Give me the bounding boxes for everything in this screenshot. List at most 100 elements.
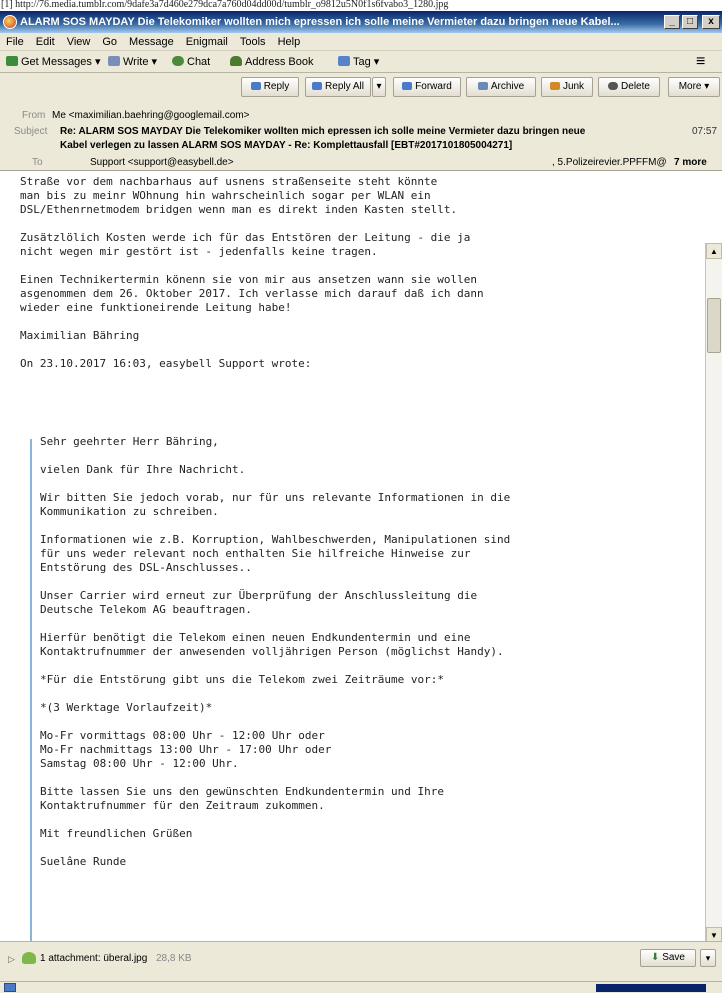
activity-indicator: [596, 984, 706, 992]
reply-all-button[interactable]: Reply All: [305, 77, 371, 97]
quote-line: Mit freundlichen Grüßen: [40, 827, 193, 840]
body-scrollbar[interactable]: ▲ ▼: [705, 243, 722, 943]
reply-icon: [250, 82, 261, 90]
quote-line: [40, 687, 510, 701]
menu-go[interactable]: Go: [96, 33, 123, 51]
address-book-button[interactable]: Address Book: [230, 53, 313, 71]
body-top-text: Straße vor dem nachbarhaus auf usnens st…: [20, 175, 484, 371]
junk-button[interactable]: Junk: [541, 77, 593, 97]
menu-enigmail[interactable]: Enigmail: [180, 33, 234, 51]
download-icon: [6, 56, 18, 66]
quote-line: Sehr geehrter Herr Bähring,: [40, 435, 219, 448]
to-value[interactable]: Support <support@easybell.de>: [90, 157, 234, 168]
address-book-label: Address Book: [245, 56, 314, 68]
quote-line: Unser Carrier wird erneut zur Überprüfun…: [40, 589, 478, 602]
quote-line: *(3 Werktage Vorlaufzeit)*: [40, 701, 213, 714]
message-time: 07:57: [692, 126, 718, 137]
quote-line: [40, 771, 510, 785]
menu-view[interactable]: View: [61, 33, 97, 51]
more-button[interactable]: More ▾: [668, 77, 720, 97]
body-line: Straße vor dem nachbarhaus auf usnens st…: [20, 175, 438, 188]
window-title: ALARM SOS MAYDAY Die Telekomiker wollten…: [20, 16, 620, 28]
attachment-bar: ▷ 1 attachment: überal.jpg 28,8 KB ⬇ Sav…: [0, 941, 722, 981]
app-menu-icon[interactable]: ≡: [696, 53, 705, 71]
save-button[interactable]: ⬇ Save: [640, 949, 696, 967]
body-line: nicht wegen mir gestört ist - jedenfalls…: [20, 245, 378, 258]
quote-line: [40, 477, 510, 491]
chat-label: Chat: [187, 56, 211, 68]
archive-label: Archive: [490, 81, 525, 92]
tag-label: Tag: [353, 56, 371, 68]
menu-help[interactable]: Help: [272, 33, 307, 51]
pencil-icon: [108, 56, 120, 66]
quote-line: Kontaktrufnummer für den Zeitraum zukomm…: [40, 799, 325, 812]
body-line: [20, 343, 484, 357]
body-line: Einen Technikertermin könenn sie von mir…: [20, 273, 477, 286]
expand-toggle-icon[interactable]: ▷: [8, 954, 15, 965]
body-line: [20, 259, 484, 273]
source-url: [1] http://76.media.tumblr.com/9dafe3a7d…: [0, 0, 722, 11]
quote-line: Mo-Fr vormittags 08:00 Uhr - 12:00 Uhr o…: [40, 729, 325, 742]
archive-button[interactable]: Archive: [466, 77, 536, 97]
menu-message[interactable]: Message: [123, 33, 180, 51]
maximize-button[interactable]: □: [682, 15, 698, 29]
menu-bar: File Edit View Go Message Enigmail Tools Help: [0, 33, 722, 51]
menu-tools[interactable]: Tools: [234, 33, 272, 51]
tag-icon: [338, 56, 350, 66]
minimize-button[interactable]: _: [664, 15, 680, 29]
scroll-thumb[interactable]: [707, 298, 721, 353]
scroll-up-arrow[interactable]: ▲: [706, 243, 722, 259]
status-bar: [0, 981, 722, 993]
delete-label: Delete: [621, 81, 650, 92]
quote-line: Bitte lassen Sie uns den gewünschten End…: [40, 785, 444, 798]
reply-button[interactable]: Reply: [241, 77, 299, 97]
quote-line: Suelâne Runde: [40, 855, 127, 868]
body-line: [20, 315, 484, 329]
main-toolbar: Get Messages ▾ Write ▾ Chat Address Book…: [0, 51, 722, 73]
more-label: More: [678, 81, 702, 92]
menu-file[interactable]: File: [0, 33, 30, 51]
body-line: asgenommen dem 26. Oktober 2017. Ich ver…: [20, 287, 484, 300]
reply-all-icon: [312, 82, 323, 90]
write-button[interactable]: Write ▾: [108, 53, 157, 71]
attachment-icon: [22, 952, 36, 964]
body-line: Zusätzlölich Kosten werde ich für das En…: [20, 231, 471, 244]
quote-line: [40, 519, 510, 533]
quote-line: Entstörung des DSL-Anschlusses..: [40, 561, 252, 574]
quote-line: Wir bitten Sie jedoch vorab, nur für uns…: [40, 491, 511, 504]
quote-line: Kontaktrufnummer der anwesenden volljähr…: [40, 645, 504, 658]
quote-line: Kommunikation zu schreiben.: [40, 505, 219, 518]
tag-button[interactable]: Tag ▾: [338, 53, 379, 71]
quote-header: On 23.10.2017 16:03, easybell Support wr…: [20, 357, 312, 370]
attachment-summary[interactable]: 1 attachment: überal.jpg: [40, 953, 147, 964]
thumb-down-icon: [549, 82, 560, 90]
body-line: DSL/Ethenrnetmodem bridgen wenn man es d…: [20, 203, 458, 216]
delete-button[interactable]: Delete: [598, 77, 660, 97]
close-button[interactable]: x: [702, 15, 720, 29]
forward-icon: [402, 82, 413, 90]
chat-button[interactable]: Chat: [172, 53, 210, 71]
to-label: To: [32, 157, 43, 168]
from-label: From: [22, 110, 46, 121]
quote-line: [40, 575, 510, 589]
body-line: man bis zu meinr WOhnung hin wahrscheinl…: [20, 189, 431, 202]
quote-line: [40, 813, 510, 827]
delete-icon: [608, 82, 619, 90]
from-value[interactable]: Me <maximilian.baehring@googlemail.com>: [52, 110, 249, 121]
forward-label: Forward: [415, 81, 452, 92]
subject-line-2: Kabel verlegen zu lassen ALARM SOS MAYDA…: [60, 140, 513, 151]
get-messages-button[interactable]: Get Messages ▾: [6, 53, 101, 71]
save-dropdown[interactable]: ▾: [700, 949, 716, 967]
online-status-icon[interactable]: [4, 983, 16, 992]
get-messages-label: Get Messages: [21, 56, 92, 68]
forward-button[interactable]: Forward: [393, 77, 461, 97]
message-body: Straße vor dem nachbarhaus auf usnens st…: [14, 171, 705, 941]
quote-line: [40, 617, 510, 631]
quote-line: [40, 715, 510, 729]
quote-line: für uns weder relevant noch enthalten Si…: [40, 547, 471, 560]
menu-edit[interactable]: Edit: [30, 33, 61, 51]
to-more-link[interactable]: 7 more: [674, 157, 707, 168]
reply-all-dropdown[interactable]: ▾: [372, 77, 386, 97]
download-icon: ⬇: [651, 952, 660, 963]
quote-line: vielen Dank für Ihre Nachricht.: [40, 463, 246, 476]
